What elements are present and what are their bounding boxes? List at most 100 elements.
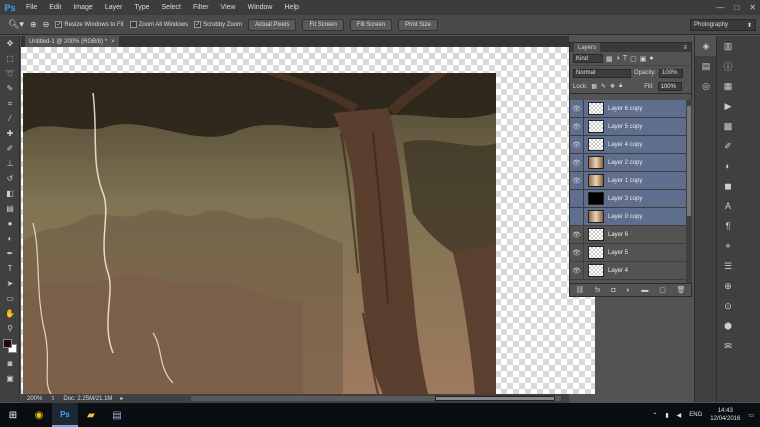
chrome-icon[interactable]: ◉ (26, 403, 52, 427)
close-tab-icon[interactable]: × (111, 39, 115, 45)
photoshop-taskbar-icon[interactable]: Ps (52, 403, 78, 427)
hand-tool-icon[interactable]: ✋ (0, 306, 20, 321)
brush-preset-icon[interactable]: ✐ (717, 136, 739, 156)
filter-toggle-icon[interactable]: ● (649, 55, 653, 62)
stamp-tool-icon[interactable]: ⊥ (0, 156, 20, 171)
filter-pixel-icon[interactable]: ▦ (606, 55, 613, 63)
link-layers-icon[interactable]: ⛓ (575, 286, 584, 294)
properties-icon[interactable]: ☰ (717, 256, 739, 276)
lasso-tool-icon[interactable]: ➰ (0, 66, 20, 81)
menu-image[interactable]: Image (67, 4, 98, 11)
scrubby-zoom-checkbox[interactable]: ✓ Scrubby Zoom (194, 21, 242, 28)
character-icon[interactable]: A (717, 196, 739, 216)
visibility-eye-icon[interactable]: 👁︎ (570, 171, 584, 190)
document-tab[interactable]: Untitled-1 @ 200% (RGB/8) * × (25, 36, 119, 47)
close-button[interactable]: ✕ (749, 3, 756, 12)
fill-screen-button[interactable]: Fill Screen (349, 18, 393, 31)
type-tool-icon[interactable]: T (0, 261, 20, 276)
paths-icon[interactable]: ⌖ (717, 236, 739, 256)
zoom-tool-icon[interactable]: 🔍︎▾ (8, 19, 24, 30)
pen-tool-icon[interactable]: ✒ (0, 246, 20, 261)
layer-row[interactable]: 👁︎ Layer 2 copy (570, 153, 686, 172)
layer-row[interactable]: 👁︎ Layer 5 (570, 243, 686, 262)
layers-dock-icon[interactable]: ◈ (695, 36, 717, 56)
dodge-tool-icon[interactable]: ◐ (0, 231, 20, 246)
delete-layer-icon[interactable]: 🗑︎ (677, 286, 686, 294)
menu-select[interactable]: Select (156, 4, 187, 11)
styles-icon[interactable]: ◼ (717, 176, 739, 196)
visibility-eye-icon[interactable]: 👁︎ (570, 153, 584, 172)
status-menu-icon[interactable]: ▸ (120, 395, 123, 402)
horizontal-scrollbar[interactable] (191, 396, 561, 401)
opacity-input[interactable]: 100% (659, 68, 684, 78)
layers-tab[interactable]: Layers (574, 43, 601, 52)
visibility-eye-icon[interactable] (570, 207, 584, 226)
layers-scrollbar[interactable] (686, 100, 692, 283)
layer-row[interactable]: 👁︎ Layer 4 copy (570, 135, 686, 154)
visibility-eye-icon[interactable]: 👁︎ (570, 135, 584, 154)
start-button-icon[interactable]: ⊞ (0, 403, 26, 427)
filter-smart-icon[interactable]: ▣ (640, 55, 647, 63)
blend-mode-select[interactable]: Normal (573, 68, 631, 78)
lock-all-icon[interactable]: 🔒︎ (619, 83, 622, 90)
share-icon[interactable]: ⇪ (50, 395, 55, 402)
quick-select-tool-icon[interactable]: ✎ (0, 81, 20, 96)
maximize-button[interactable]: □ (734, 3, 739, 12)
zoom-level[interactable]: 200% (27, 396, 42, 402)
visibility-eye-icon[interactable]: 👁︎ (570, 261, 584, 280)
adjustment-layer-icon[interactable]: ◐ (626, 287, 630, 294)
layer-row[interactable]: 👁︎ Layer 4 (570, 261, 686, 280)
menu-filter[interactable]: Filter (187, 4, 215, 11)
lock-transparency-icon[interactable]: ▦ (591, 83, 597, 90)
workspace-select[interactable]: Photography ⬍ (690, 19, 756, 31)
quick-mask-icon[interactable]: ◙ (0, 356, 20, 371)
foreground-color[interactable] (3, 339, 12, 348)
menu-window[interactable]: Window (242, 4, 279, 11)
notifications-icon[interactable]: ▭ (748, 412, 754, 419)
layer-row[interactable]: 👁︎ Layer 5 copy (570, 117, 686, 136)
move-tool-icon[interactable]: ✥ (0, 36, 20, 51)
menu-view[interactable]: View (215, 4, 242, 11)
shape-tool-icon[interactable]: ▭ (0, 291, 20, 306)
tray-arrow-icon[interactable]: ⌃ (652, 412, 657, 419)
actions-icon[interactable]: ▶ (717, 96, 739, 116)
fill-input[interactable]: 100% (657, 82, 682, 91)
blur-tool-icon[interactable]: ● (0, 216, 20, 231)
filter-adjust-icon[interactable]: ◑ (616, 55, 620, 62)
volume-icon[interactable]: ◀︎ (677, 412, 682, 419)
new-group-icon[interactable]: ▬ (641, 287, 648, 294)
timeline-icon[interactable]: ⊙ (717, 296, 739, 316)
menu-layer[interactable]: Layer (99, 4, 129, 11)
menu-help[interactable]: Help (279, 4, 305, 11)
eyedropper-tool-icon[interactable]: ⁄ (0, 111, 20, 126)
channels-dock-icon[interactable]: ◎ (695, 76, 717, 96)
visibility-eye-icon[interactable]: 👁︎ (570, 117, 584, 136)
zoom-tool-icon-left[interactable]: ⚲ (0, 321, 20, 336)
layer-row[interactable]: 👁︎ Layer 1 copy (570, 171, 686, 190)
visibility-eye-icon[interactable] (570, 189, 584, 208)
info-icon[interactable]: ⓘ (717, 56, 739, 76)
panel-menu-icon[interactable]: ≡ (683, 45, 687, 51)
visibility-eye-icon[interactable]: 👁︎ (570, 243, 584, 262)
notepad-icon[interactable]: ▤ (104, 403, 130, 427)
filter-shape-icon[interactable]: ▢ (630, 55, 637, 63)
layer-style-icon[interactable]: fx (595, 287, 600, 294)
scrollbar-thumb[interactable] (435, 396, 555, 401)
add-mask-icon[interactable]: ◘ (611, 287, 615, 294)
menu-file[interactable]: File (20, 4, 43, 11)
color-swatches[interactable] (0, 336, 20, 356)
zoom-all-windows-checkbox[interactable]: Zoom All Windows (129, 21, 188, 28)
notes-icon[interactable]: ✉ (717, 336, 739, 356)
swatches-icon[interactable]: ▩ (717, 116, 739, 136)
print-size-button[interactable]: Print Size (398, 18, 438, 31)
history-brush-icon[interactable]: ↺ (0, 171, 20, 186)
zoom-in-icon[interactable]: ⊕ (30, 20, 37, 29)
language-indicator[interactable]: ENG (689, 412, 702, 418)
layer-row[interactable]: 👁︎ Layer 6 copy (570, 100, 686, 118)
path-select-icon[interactable]: ➤ (0, 276, 20, 291)
lock-paint-icon[interactable]: ✎ (601, 83, 606, 90)
clone-source-icon[interactable]: ⊕ (717, 276, 739, 296)
menu-type[interactable]: Type (128, 4, 155, 11)
minimize-button[interactable]: — (716, 3, 724, 12)
histogram-icon[interactable]: ▥ (717, 36, 739, 56)
